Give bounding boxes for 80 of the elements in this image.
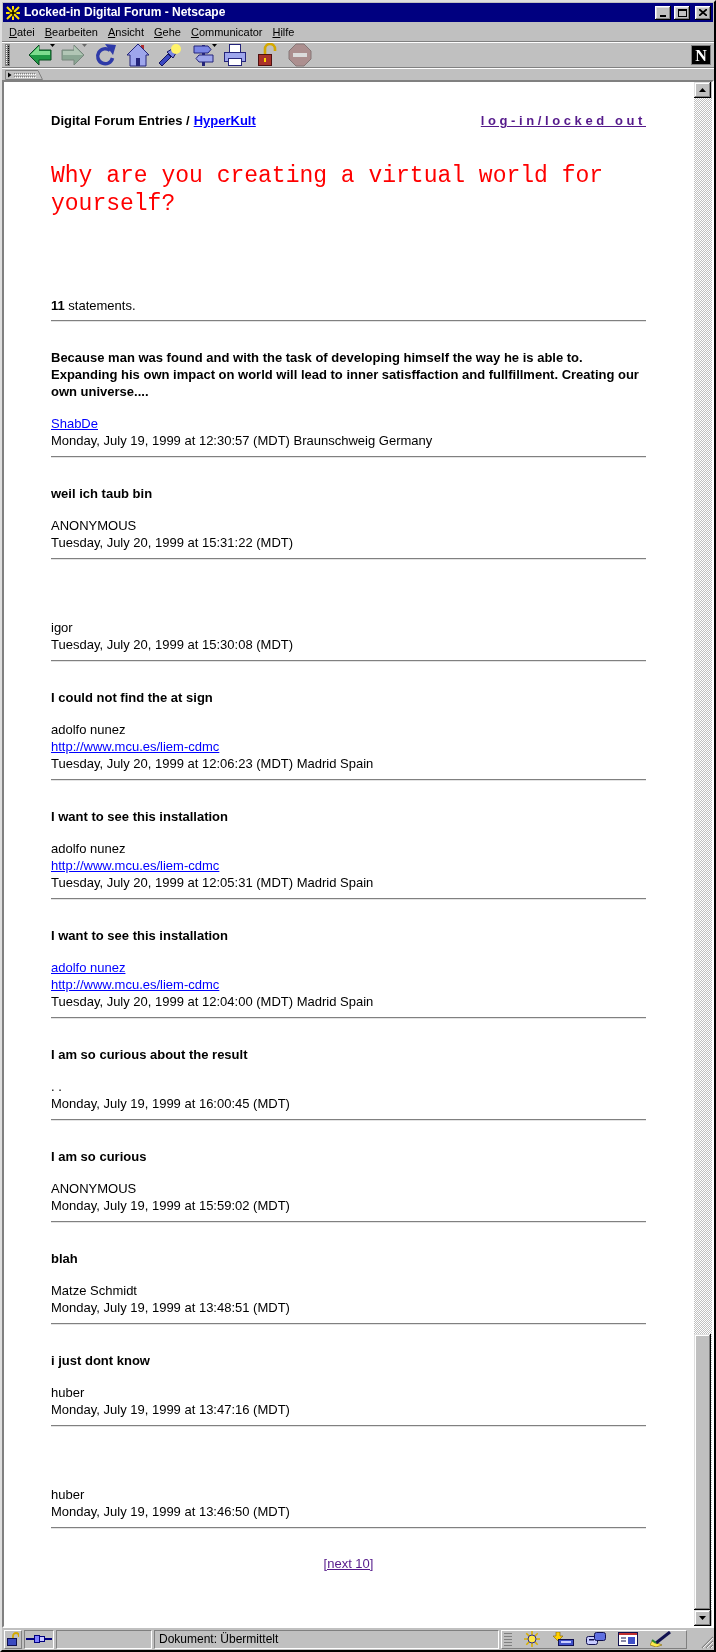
comment-text: Because man was found and with the task of developing himself the way he is able to. Expanding his own impact on world will lead to inner satisffaction and fullfillment. Creating our own universe.... <box>51 349 640 400</box>
speech-bubbles-icon[interactable] <box>586 1632 606 1646</box>
breadcrumb-link[interactable]: HyperKult <box>193 112 256 129</box>
plug-icon <box>26 1634 52 1644</box>
comment-text: weil ich taub bin <box>51 485 154 502</box>
post-date: Monday, July 19, 1999 at 13:46:50 (MDT) <box>51 1503 291 1520</box>
close-icon <box>699 9 707 16</box>
post-date: Tuesday, July 20, 1999 at 12:05:31 (MDT) Madrid Spain <box>51 874 375 891</box>
author-name: adolfo nunez <box>51 721 127 738</box>
next-page-link[interactable]: [next 10] <box>323 1556 374 1571</box>
up-triangle-icon <box>699 88 706 92</box>
homepage-link[interactable]: http://www.mcu.es/liem-cdmc <box>51 858 220 873</box>
author-link[interactable]: ShabDe <box>51 416 98 431</box>
starburst-icon <box>5 4 21 21</box>
pen-icon[interactable] <box>650 1631 672 1647</box>
menu-item[interactable]: Bearbeiten <box>39 23 103 40</box>
maximize-icon <box>677 8 687 17</box>
close-button[interactable] <box>695 5 711 20</box>
resize-grip-icon[interactable] <box>700 1635 714 1649</box>
browser-logo[interactable]: N <box>691 45 711 65</box>
menu-item[interactable]: Ansicht <box>102 23 149 40</box>
minimize-button[interactable] <box>655 5 671 20</box>
stop-sign-icon <box>288 43 313 67</box>
comment-text: I am so curious <box>51 1148 148 1165</box>
statement-count: 11 statements. <box>51 297 137 314</box>
comment-text: blah <box>51 1250 79 1267</box>
post-date: Monday, July 19, 1999 at 16:00:45 (MDT) <box>51 1095 291 1112</box>
curved-arrow-icon <box>93 43 118 67</box>
grip-icon[interactable] <box>5 44 10 66</box>
menu-item[interactable]: Hilfe <box>267 23 300 40</box>
menu-item[interactable]: Communicator <box>185 23 268 40</box>
window-title: Locked-in Digital Forum - Netscape <box>24 4 227 21</box>
inbox-icon[interactable] <box>552 1632 574 1646</box>
signpost-icon <box>190 43 215 67</box>
homepage-link[interactable]: http://www.mcu.es/liem-cdmc <box>51 739 220 754</box>
homepage-link[interactable]: http://www.mcu.es/liem-cdmc <box>51 977 220 992</box>
padlock-icon <box>7 1632 19 1646</box>
author-name: huber <box>51 1384 86 1401</box>
author-name: . . <box>51 1078 63 1095</box>
collapsed-tab-icon[interactable] <box>5 69 43 80</box>
author-name: Matze Schmidt <box>51 1282 138 1299</box>
post-date: Tuesday, July 20, 1999 at 12:04:00 (MDT) Madrid Spain <box>51 993 375 1010</box>
menu-item[interactable]: Datei <box>4 23 40 40</box>
minimize-icon <box>660 14 666 17</box>
author-name: igor <box>51 619 74 636</box>
left-arrow-icon <box>28 43 53 67</box>
maximize-button[interactable] <box>674 5 690 20</box>
scroll-up-button[interactable] <box>694 82 711 98</box>
comment-text: I want to see this installation <box>51 808 229 825</box>
post-date: Monday, July 19, 1999 at 15:59:02 (MDT) <box>51 1197 291 1214</box>
post-date: Monday, July 19, 1999 at 12:30:57 (MDT) Braunschweig Germany <box>51 432 434 449</box>
comment-text: I could not find the at sign <box>51 689 214 706</box>
author-link[interactable]: adolfo nunez <box>51 960 126 975</box>
scroll-down-button[interactable] <box>694 1610 711 1626</box>
breadcrumb-text: Digital Forum Entries / <box>51 112 190 129</box>
sun-icon[interactable] <box>524 1631 540 1647</box>
scroll-thumb[interactable] <box>694 1334 711 1610</box>
post-date: Monday, July 19, 1999 at 13:48:51 (MDT) <box>51 1299 291 1316</box>
post-date: Tuesday, July 20, 1999 at 12:06:23 (MDT) Madrid Spain <box>51 755 375 772</box>
grip-lines-icon[interactable] <box>504 1632 512 1646</box>
question-heading: Why are you creating a virtual world for yourself? <box>51 162 605 218</box>
right-arrow-icon <box>60 43 85 67</box>
login-link[interactable]: log-in/locked out <box>480 112 646 129</box>
post-date: Monday, July 19, 1999 at 13:47:16 (MDT) <box>51 1401 291 1418</box>
post-date: Tuesday, July 20, 1999 at 15:31:22 (MDT) <box>51 534 295 551</box>
comment-text: I am so curious about the result <box>51 1046 249 1063</box>
house-icon <box>125 43 150 67</box>
picture-card-icon[interactable] <box>618 1632 638 1646</box>
comment-text: I want to see this installation <box>51 927 229 944</box>
post-date: Tuesday, July 20, 1999 at 15:30:08 (MDT) <box>51 636 295 653</box>
author-name: ANONYMOUS <box>51 517 138 534</box>
menu-item[interactable]: Gehe <box>149 23 186 40</box>
comment-text: i just dont know <box>51 1352 151 1369</box>
author-name: ANONYMOUS <box>51 1180 138 1197</box>
down-triangle-icon <box>699 1616 706 1620</box>
security-indicator[interactable] <box>4 1629 22 1649</box>
author-name: adolfo nunez <box>51 840 127 857</box>
status-text: Dokument: Übermittelt <box>154 1629 499 1649</box>
author-name: huber <box>51 1486 86 1503</box>
flashlight-icon <box>158 43 183 67</box>
